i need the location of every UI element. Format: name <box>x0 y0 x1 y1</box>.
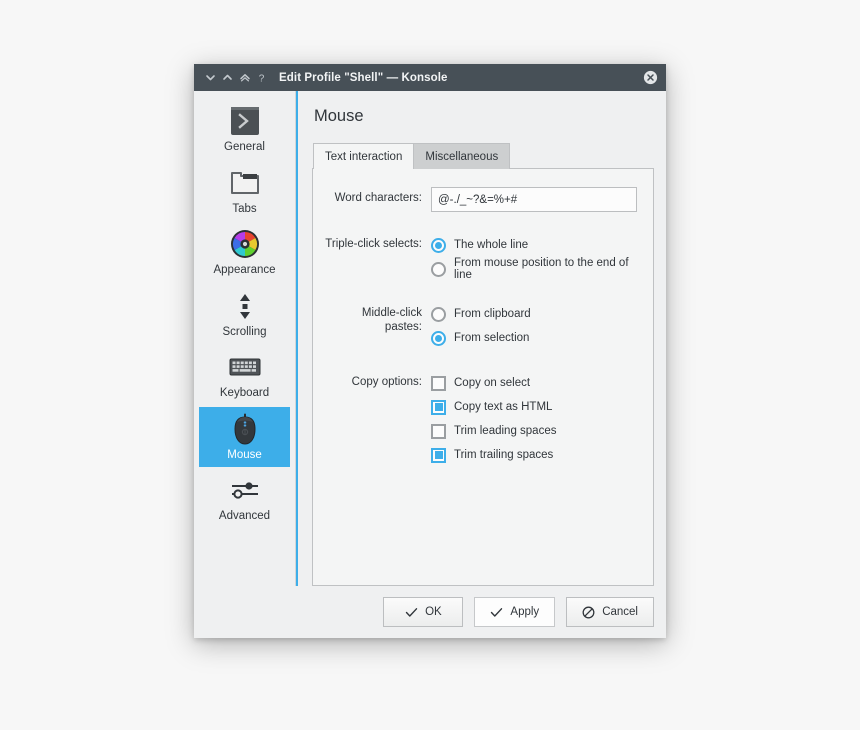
triple-click-label: Triple-click selects: <box>325 238 422 250</box>
tab-panel-text-interaction: Word characters: Triple-click selects: T <box>312 168 654 586</box>
sidebar-item-label: Advanced <box>218 510 271 522</box>
page-title: Mouse <box>314 107 364 125</box>
tab-label: Text interaction <box>325 150 403 163</box>
word-characters-row: Word characters: <box>323 187 637 212</box>
tab-bar: Text interaction Miscellaneous <box>313 143 654 169</box>
radio-whole-line[interactable]: The whole line <box>431 233 637 257</box>
ok-button[interactable]: OK <box>383 597 464 627</box>
word-characters-label: Word characters: <box>334 192 422 204</box>
checkbox-indicator[interactable] <box>431 399 446 415</box>
check-icon <box>490 607 503 618</box>
folder-icon <box>229 167 261 199</box>
dialog-upper: General Tabs Appearance Scrolling Keyboa… <box>194 91 666 586</box>
checkbox-trim-leading-spaces[interactable]: Trim leading spaces <box>431 419 637 443</box>
middle-click-row: Middle-click pastes: From clipboard From… <box>323 302 637 350</box>
radio-indicator[interactable] <box>431 306 446 322</box>
checkbox-copy-on-select[interactable]: Copy on select <box>431 371 637 395</box>
copy-options-list: Copy on select Copy text as HTML Trim le… <box>431 371 637 467</box>
copy-options-label: Copy options: <box>351 376 422 388</box>
sidebar-item-appearance[interactable]: Appearance <box>199 222 290 283</box>
option-label: From selection <box>454 332 530 344</box>
shade-up-icon[interactable] <box>219 68 236 88</box>
checkbox-trim-trailing-spaces[interactable]: Trim trailing spaces <box>431 443 637 467</box>
button-label: Cancel <box>602 606 638 618</box>
sidebar-item-label: Keyboard <box>219 387 270 399</box>
sidebar-item-scrolling[interactable]: Scrolling <box>199 284 290 345</box>
middle-click-options: From clipboard From selection <box>431 302 637 350</box>
keep-above-icon[interactable] <box>236 68 253 88</box>
sidebar-item-label: Tabs <box>232 202 257 215</box>
option-label: Trim leading spaces <box>454 425 557 437</box>
checkbox-indicator[interactable] <box>431 375 446 391</box>
help-icon[interactable]: ? <box>253 68 270 88</box>
triple-click-options: The whole line From mouse position to th… <box>431 233 637 281</box>
word-characters-field-wrap <box>431 187 637 212</box>
radio-mouse-to-end[interactable]: From mouse position to the end of line <box>431 257 637 281</box>
checkbox-indicator[interactable] <box>431 447 446 463</box>
copy-options-row: Copy options: Copy on select Copy text a… <box>323 371 637 467</box>
button-label: Apply <box>510 606 540 618</box>
option-label: From mouse position to the end of line <box>454 257 629 281</box>
cancel-icon <box>582 606 595 619</box>
sidebar-item-label: Mouse <box>227 448 262 461</box>
option-label: The whole line <box>454 239 529 251</box>
keyboard-icon <box>229 351 261 383</box>
option-label: Copy on select <box>454 377 531 389</box>
mouse-icon <box>229 413 261 445</box>
sidebar-item-label: Appearance <box>213 264 276 276</box>
sidebar-item-tabs[interactable]: Tabs <box>199 161 290 222</box>
tab-text-interaction[interactable]: Text interaction <box>313 143 415 169</box>
scroll-arrows-icon <box>229 290 261 322</box>
button-label: OK <box>425 606 442 618</box>
radio-indicator[interactable] <box>431 330 446 346</box>
check-icon <box>405 607 418 618</box>
sidebar-item-general[interactable]: General <box>199 99 290 160</box>
sidebar-item-label: General <box>224 141 265 153</box>
sliders-icon <box>229 474 261 506</box>
radio-from-selection[interactable]: From selection <box>431 326 637 350</box>
window-titlebar[interactable]: ? Edit Profile "Shell" — Konsole <box>194 64 666 91</box>
color-wheel-icon <box>229 228 261 260</box>
radio-indicator[interactable] <box>431 261 446 277</box>
sidebar-item-mouse[interactable]: Mouse <box>199 406 290 467</box>
cancel-button[interactable]: Cancel <box>566 597 654 627</box>
settings-sidebar: General Tabs Appearance Scrolling Keyboa… <box>194 91 296 586</box>
checkbox-copy-text-as-html[interactable]: Copy text as HTML <box>431 395 637 419</box>
radio-indicator[interactable] <box>431 237 446 253</box>
word-characters-input[interactable] <box>431 187 637 212</box>
svg-text:?: ? <box>259 73 265 84</box>
radio-from-clipboard[interactable]: From clipboard <box>431 302 637 326</box>
option-label: Copy text as HTML <box>454 401 553 413</box>
tab-miscellaneous[interactable]: Miscellaneous <box>413 143 511 169</box>
sidebar-item-keyboard[interactable]: Keyboard <box>199 345 290 406</box>
sidebar-item-advanced[interactable]: Advanced <box>199 468 290 529</box>
edit-profile-dialog: ? Edit Profile "Shell" — Konsole General… <box>194 64 666 638</box>
sidebar-item-label: Scrolling <box>222 325 267 338</box>
checkbox-indicator[interactable] <box>431 423 446 439</box>
apply-button[interactable]: Apply <box>474 597 556 627</box>
shade-down-icon[interactable] <box>202 68 219 88</box>
middle-click-label: Middle-click pastes: <box>361 307 422 333</box>
dialog-button-bar: OK Apply Cancel <box>194 586 666 638</box>
option-label: Trim trailing spaces <box>454 449 554 461</box>
settings-content: Mouse Text interaction Miscellaneous Wor… <box>296 91 666 586</box>
option-label: From clipboard <box>454 308 531 320</box>
close-icon[interactable] <box>640 68 660 88</box>
window-title: Edit Profile "Shell" — Konsole <box>279 71 448 84</box>
dialog-body: General Tabs Appearance Scrolling Keyboa… <box>194 91 666 638</box>
terminal-prompt-icon <box>229 105 261 137</box>
triple-click-row: Triple-click selects: The whole line Fro… <box>323 233 637 281</box>
tab-label: Miscellaneous <box>425 150 499 163</box>
